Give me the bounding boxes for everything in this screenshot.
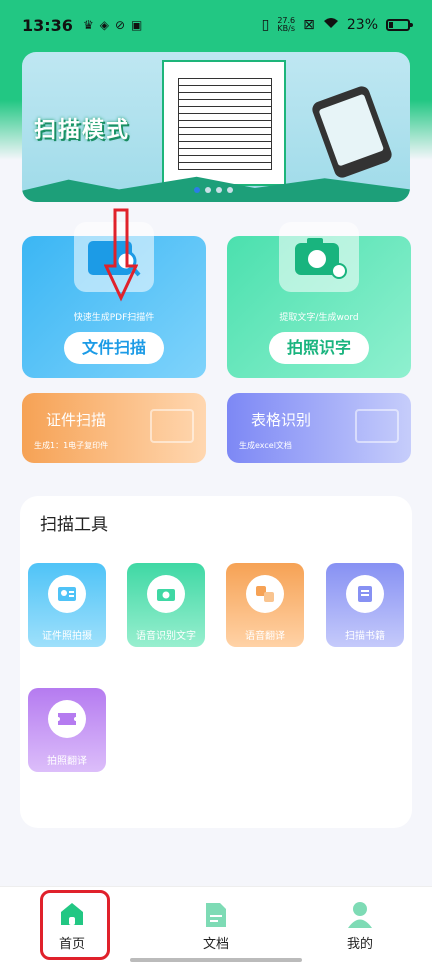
tool-voice-translate[interactable]: 语音翻译: [226, 563, 304, 647]
pagination-dot-active: [194, 187, 200, 193]
file-scan-button[interactable]: 文件扫描: [64, 332, 164, 364]
translate-icon: [246, 575, 284, 613]
tool-label: 扫描书籍: [345, 631, 385, 642]
vibrate-icon: ▯: [261, 17, 270, 33]
photo-ocr-caption: 提取文字/生成word: [279, 313, 359, 323]
play-icon: ▣: [131, 18, 143, 32]
scan-tools-title: 扫描工具: [40, 515, 108, 535]
tool-voice-to-text[interactable]: 语音识别文字: [127, 563, 205, 647]
pagination-dot: [216, 187, 222, 193]
notification-icons: ♛ ◈ ⊘ ▣: [83, 18, 142, 32]
tool-label: 拍照翻译: [47, 756, 87, 767]
banner-pagination: [194, 187, 233, 193]
camera-icon: [147, 575, 185, 613]
nav-mine-label: 我的: [346, 937, 373, 952]
user-icon: [347, 901, 373, 929]
tool-id-photo[interactable]: 证件照拍摄: [28, 563, 106, 647]
ticket-icon: [48, 700, 86, 738]
tool-label: 语音识别文字: [136, 631, 196, 642]
document-icon: [203, 901, 229, 929]
id-card-icon: [48, 575, 86, 613]
banner-carousel[interactable]: 扫描模式: [22, 52, 410, 202]
table-grid-icon: [355, 409, 399, 443]
photo-ocr-button[interactable]: 拍照识字: [269, 332, 369, 364]
gesture-bar: [130, 958, 302, 962]
tool-scan-book[interactable]: 扫描书籍: [326, 563, 404, 647]
wifi-icon: [323, 17, 339, 33]
photo-ocr-card[interactable]: 提取文字/生成word 拍照识字: [227, 222, 411, 378]
pagination-dot: [227, 187, 233, 193]
status-bar: 13:36 ♛ ◈ ⊘ ▣ ▯ 27.6 KB/s ⊠ 23%: [0, 0, 432, 50]
crown-icon: ♛: [82, 18, 94, 32]
file-scan-caption: 快速生成PDF扫描件: [73, 313, 155, 323]
app-notification-icon: ◈: [99, 18, 109, 32]
tool-label: 语音翻译: [245, 631, 285, 642]
tool-label: 证件照拍摄: [42, 631, 92, 642]
home-highlight-annotation: [40, 890, 110, 960]
red-arrow-annotation: [104, 208, 138, 302]
tool-photo-translate[interactable]: 拍照翻译: [28, 688, 106, 772]
sim-icon: ⊠: [303, 17, 315, 33]
pagination-dot: [205, 187, 211, 193]
status-time: 13:36: [22, 15, 73, 35]
document-illustration: [162, 60, 286, 186]
phone-illustration: [310, 84, 394, 180]
camera-icon: [279, 222, 359, 292]
battery-icon: [386, 19, 413, 31]
link-icon: ⊘: [114, 18, 125, 32]
nav-mine[interactable]: 我的: [330, 901, 390, 952]
table-recognition-card[interactable]: 表格识别 生成excel文档: [227, 393, 411, 463]
book-icon: [346, 575, 384, 613]
id-scan-card[interactable]: 证件扫描 生成1：1电子复印件: [22, 393, 206, 463]
id-card-icon: [150, 409, 194, 443]
net-speed: 27.6 KB/s: [277, 16, 296, 33]
nav-docs[interactable]: 文档: [186, 901, 246, 952]
banner-title: 扫描模式: [34, 118, 131, 143]
scan-tools-panel: 扫描工具 证件照拍摄 语音识别文字 语音翻译 扫描书籍 拍照翻译: [20, 496, 412, 828]
status-right: ▯ 27.6 KB/s ⊠ 23%: [261, 16, 413, 33]
nav-docs-label: 文档: [202, 937, 229, 952]
battery-text: 23%: [346, 17, 378, 33]
